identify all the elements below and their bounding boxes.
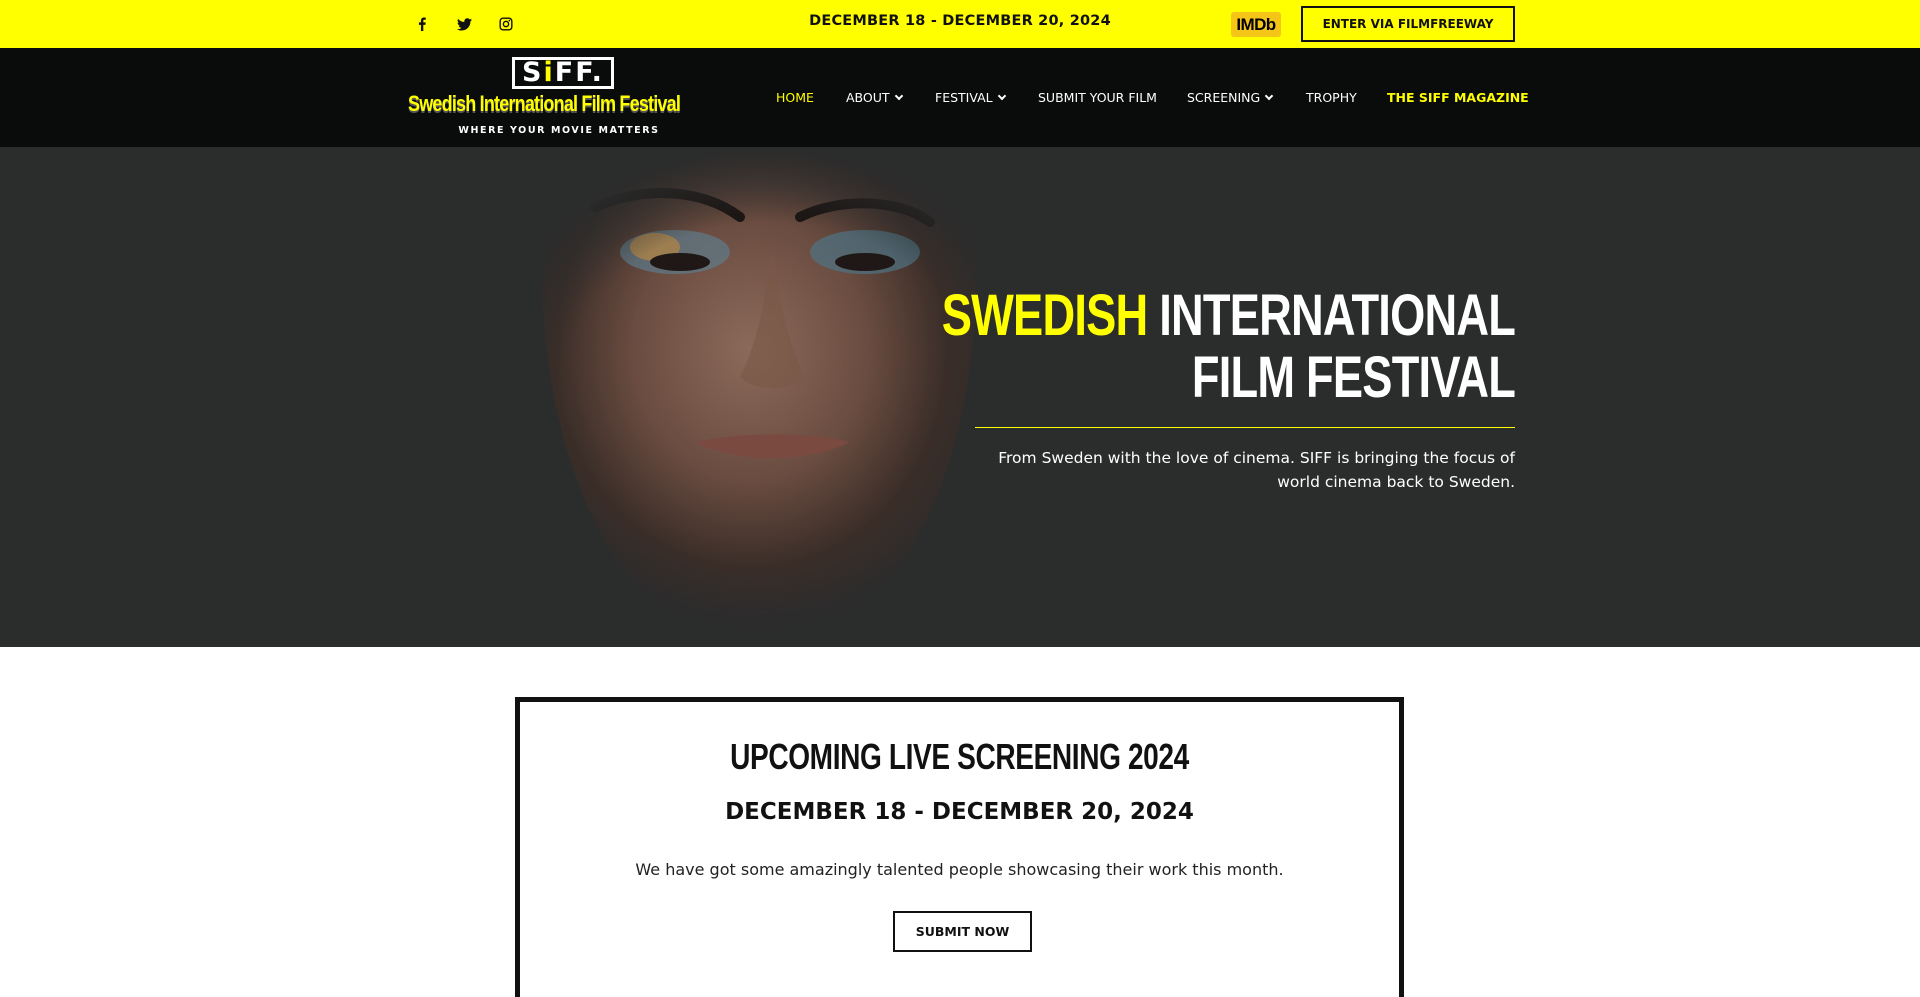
upcoming-text: We have got some amazingly talented peop… <box>635 860 1284 879</box>
chevron-down-icon <box>894 91 903 101</box>
nav-item-about[interactable]: ABOUT <box>846 90 903 105</box>
nav-item-trophy[interactable]: TROPHY <box>1306 90 1357 105</box>
nav-item-submit-your-film[interactable]: SUBMIT YOUR FILM <box>1038 90 1157 105</box>
hero-description: From Sweden with the love of cinema. SIF… <box>998 449 1515 491</box>
logo-name: Swedish International Film Festival <box>408 91 681 116</box>
siff-logo[interactable]: SiFF. Swedish International Film Festiva… <box>404 52 701 140</box>
hero-banner: SWEDISH INTERNATIONAL FILM FESTIVAL From… <box>0 147 1920 647</box>
enter-via-filmfreeway-button[interactable]: ENTER VIA FILMFREEWAY <box>1301 6 1515 42</box>
submit-now-button[interactable]: SUBMIT NOW <box>893 911 1032 952</box>
chevron-down-icon <box>1264 91 1274 101</box>
top-bar: DECEMBER 18 - DECEMBER 20, 2024 IMDb ENT… <box>0 0 1920 48</box>
imdb-logo[interactable]: IMDb <box>1231 12 1281 37</box>
upcoming-date: DECEMBER 18 - DECEMBER 20, 2024 <box>725 799 1194 825</box>
nav-item-screening[interactable]: SCREENING <box>1187 90 1274 105</box>
logo-mark: SiFF. <box>512 57 614 89</box>
hero-divider <box>975 427 1515 428</box>
nav-item-home[interactable]: HOME <box>776 90 814 105</box>
nav-item-festival[interactable]: FESTIVAL <box>935 90 1006 105</box>
upcoming-screening-card: UPCOMING LIVE SCREENING 2024 DECEMBER 18… <box>515 697 1404 997</box>
festival-dates: DECEMBER 18 - DECEMBER 20, 2024 <box>809 13 1111 29</box>
chevron-down-icon <box>997 91 1006 101</box>
nav-item-siff-magazine[interactable]: THE SIFF MAGAZINE <box>1387 90 1529 105</box>
logo-tagline: WHERE YOUR MOVIE MATTERS <box>458 125 660 136</box>
upcoming-title: UPCOMING LIVE SCREENING 2024 <box>730 736 1189 777</box>
hero-title: SWEDISH INTERNATIONAL FILM FESTIVAL <box>941 283 1516 410</box>
